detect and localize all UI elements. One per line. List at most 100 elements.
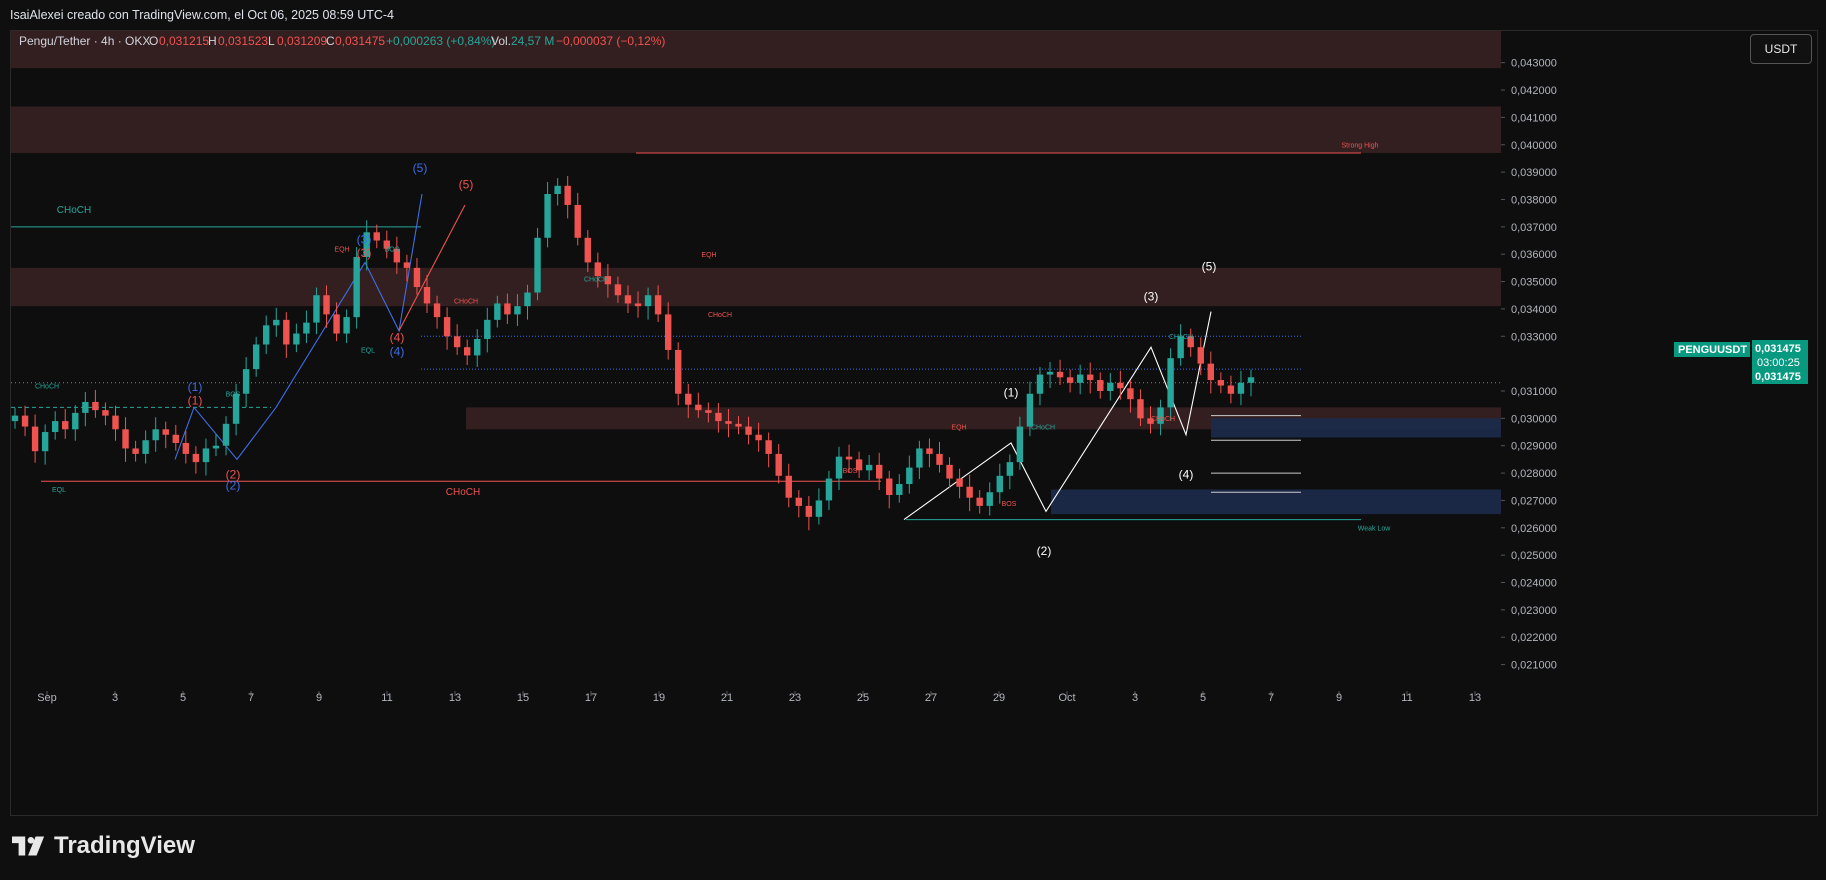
- candle-body: [1076, 374, 1084, 383]
- legend-l-label: L: [268, 34, 275, 48]
- candle-body: [795, 497, 803, 506]
- candle-body: [755, 434, 762, 441]
- candle-body: [242, 369, 250, 394]
- y-tick-label: 0,029000: [1511, 441, 1557, 453]
- candle-body: [765, 440, 772, 454]
- x-tick-label: 5: [1200, 692, 1206, 704]
- candle-body: [534, 237, 541, 293]
- bos-label: BOS: [226, 391, 241, 398]
- candle-body: [453, 336, 461, 348]
- x-tick-label: Oct: [1058, 692, 1075, 704]
- candle-body: [906, 467, 913, 485]
- candle-body: [1167, 358, 1174, 408]
- x-tick-label: 7: [1268, 692, 1274, 704]
- legend-vol-label: Vol.: [491, 34, 511, 48]
- eqh-label-2: EQH: [701, 252, 716, 259]
- candle-body: [152, 429, 159, 441]
- candle-body: [634, 303, 642, 307]
- choch-label-8: CHoCH: [1151, 416, 1175, 423]
- candle-body: [1117, 382, 1124, 389]
- candle-body: [865, 464, 873, 471]
- candle-body: [564, 185, 571, 205]
- candle-body: [252, 344, 260, 370]
- candle-body: [41, 432, 49, 452]
- y-tick-label: 0,028000: [1511, 468, 1557, 480]
- y-tick-label: 0,036000: [1511, 249, 1557, 261]
- candle-body: [956, 478, 963, 487]
- candle-body: [474, 339, 481, 356]
- y-tick-label: 0,040000: [1511, 140, 1557, 152]
- candle-body: [946, 464, 953, 479]
- countdown-label: 03:00:25: [1757, 357, 1800, 369]
- choch-label: CHoCH: [57, 205, 91, 216]
- legend-c-value: 0,031475: [335, 34, 385, 48]
- x-tick-label: 11: [1401, 692, 1412, 704]
- candle-body: [1056, 371, 1064, 378]
- candle-body: [413, 267, 421, 288]
- legend-l-value: 0,031209: [277, 34, 327, 48]
- candle-body: [1066, 377, 1074, 383]
- candle-body: [996, 475, 1003, 493]
- candle-body: [72, 412, 79, 430]
- y-tick-label: 0,039000: [1511, 167, 1557, 179]
- candle-body: [484, 319, 491, 340]
- candle-body: [172, 434, 179, 443]
- wave-1-blue: (1): [188, 380, 203, 394]
- candle-body: [423, 287, 431, 304]
- tradingview-logo: TradingView: [12, 832, 195, 860]
- candle-body: [715, 412, 722, 422]
- candle-body: [323, 295, 330, 315]
- candle-body: [835, 456, 843, 479]
- candle-body: [695, 404, 702, 411]
- candle-body: [1087, 374, 1094, 381]
- candle-body: [936, 453, 943, 465]
- ohlc-legend: Pengu/Tether · 4h · OKX O 0,031215 H 0,0…: [19, 34, 665, 48]
- candle-body: [373, 232, 380, 241]
- x-tick-label: 13: [449, 692, 461, 704]
- chart-attribution: IsaiAlexei creado con TradingView.com, e…: [10, 8, 395, 22]
- candle-body: [916, 448, 923, 468]
- candle-body: [21, 415, 29, 427]
- zone-supply: [11, 106, 1501, 153]
- candle-body: [1217, 380, 1225, 386]
- candle-body: [1197, 347, 1204, 364]
- candle-body: [1237, 382, 1245, 394]
- legend-h-value: 0,031523: [218, 34, 268, 48]
- candle-body: [1247, 377, 1255, 383]
- x-tick-label: 19: [653, 692, 665, 704]
- candle-body: [343, 317, 350, 334]
- y-tick-label: 0,035000: [1511, 277, 1557, 289]
- choch-label-5: CHoCH: [708, 312, 732, 319]
- candle-body: [443, 317, 451, 337]
- y-axis: 0,043000 0,042000 0,041000 0,040000 0,039000…: [1501, 58, 1557, 672]
- candle-body: [514, 306, 521, 315]
- y-tick-label: 0,021000: [1511, 660, 1557, 672]
- candle-body: [31, 426, 39, 452]
- candle-body: [1097, 380, 1104, 391]
- price-chart[interactable]: CHoCH CHoCH EQL CHoCH BOS EQH BOS EQL CHoCH CHoCH…: [11, 13, 1817, 815]
- candle-body: [494, 303, 501, 320]
- candle-body: [1036, 374, 1044, 394]
- x-tick-label: 11: [381, 692, 392, 704]
- candle-body: [1127, 388, 1134, 400]
- x-tick-label: 13: [1469, 692, 1481, 704]
- choch-label-3: CHoCH: [454, 298, 478, 305]
- candle-body: [182, 442, 190, 454]
- candle-body: [353, 256, 360, 318]
- zone-layer: [11, 13, 1501, 515]
- candle-body: [433, 303, 441, 318]
- candle-body: [463, 347, 471, 356]
- legend-o-label: O: [149, 34, 158, 48]
- y-tick-label: 0,041000: [1511, 112, 1557, 124]
- choch-label-small: CHoCH: [35, 383, 59, 390]
- candle-body: [896, 484, 903, 495]
- chart-panel[interactable]: CHoCH CHoCH EQL CHoCH BOS EQH BOS EQL CHoCH CHoCH…: [10, 13, 1818, 816]
- candle-body: [132, 448, 139, 454]
- currency-button[interactable]: USDT: [1750, 34, 1812, 64]
- legend-change: +0,000263 (+0,84%): [386, 34, 495, 48]
- y-tick-label: 0,042000: [1511, 85, 1557, 97]
- candle-body: [805, 505, 813, 517]
- candle-body: [986, 492, 993, 506]
- price-badge: PENGUUSDT 0,031475 03:00:25 0,031475: [1674, 340, 1808, 384]
- legend-vol-value: 24,57 M: [511, 34, 554, 48]
